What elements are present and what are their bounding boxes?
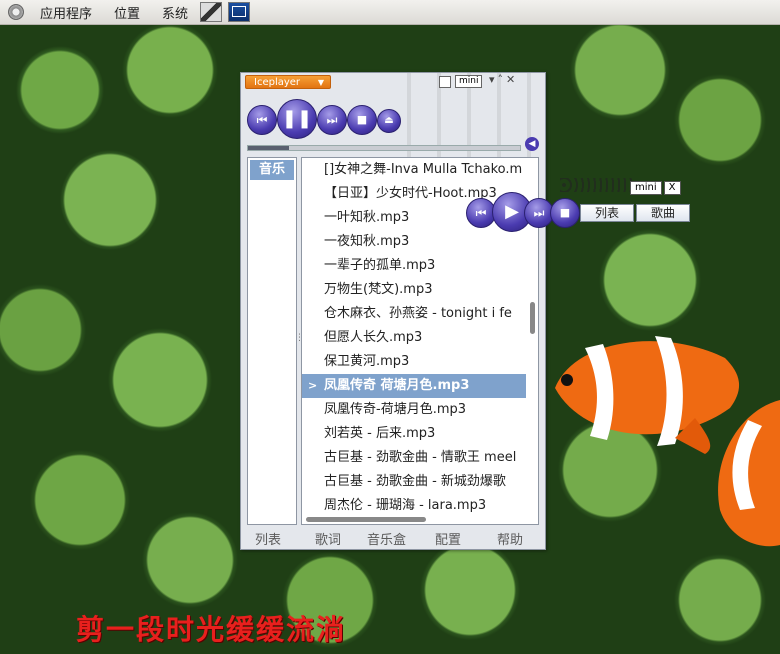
playlist-item[interactable]: 凤凰传奇-荷塘月色.mp3 [302,398,524,422]
close-icon[interactable]: ✕ [506,73,518,86]
playlist-item-label: 凤凰传奇-荷塘月色.mp3 [324,402,467,417]
playlist-item-label: 万物生(梵文).mp3 [324,282,433,297]
playlist-item-label: 古巨基 - 劲歌金曲 - 新城劲爆歌 [324,474,506,489]
progress-fill [248,146,289,150]
playlist-item[interactable]: 一辈子的孤单.mp3 [302,254,524,278]
mini-player: ⏮ ▶ ⏭ ■ 列表 歌曲 [464,190,694,234]
player-menu-button[interactable]: Iceplayer ▼ [245,75,331,89]
menu-places[interactable]: 位置 [108,3,146,22]
progress-bar[interactable] [247,145,521,151]
menu-applications[interactable]: 应用程序 [34,3,98,22]
playlist-item[interactable]: 万物生(梵文).mp3 [302,278,524,302]
playlist-item-label: 一夜知秋.mp3 [324,234,410,249]
playlist-item-label: 仓木麻衣、孙燕姿 - tonight i fe [324,306,512,321]
nav-lyrics[interactable]: 歌词 [315,529,341,548]
top-panel: 应用程序 位置 系统 [0,0,780,25]
stop-button[interactable]: ■ [347,105,377,135]
playlist-item-label: 周杰伦 - 珊瑚海 - lara.mp3 [324,498,487,513]
eject-button[interactable]: ⏏ [377,109,401,133]
always-on-top-checkbox[interactable] [439,76,451,88]
next-button[interactable]: ⏭ [317,105,347,135]
player-title: Iceplayer [254,77,301,88]
nav-settings[interactable]: 配置 [435,529,461,548]
playlist-item-label: 一辈子的孤单.mp3 [324,258,436,273]
volume-icon[interactable]: ◀ [525,137,539,151]
clownfish-image-2 [718,400,780,547]
playlist-item[interactable]: 古巨基 - 劲歌金曲 - 新城劲爆歌 [302,470,524,494]
now-playing-marker: > [308,379,318,392]
window-controls: ▾˄✕ [489,73,518,86]
playlist-item-label: []女神之舞-Inva Mulla Tchako.m [324,162,523,177]
vertical-scrollbar[interactable] [530,302,535,334]
playlist-item[interactable]: 刘若英 - 后来.mp3 [302,422,524,446]
playlist-item[interactable]: 仓木麻衣、孙燕姿 - tonight i fe [302,302,524,326]
playlist-item-label: 一叶知秋.mp3 [324,210,410,225]
caption-text: 剪一段时光缓缓流淌 [76,613,347,646]
expand-icon[interactable]: ˄ [498,73,507,86]
menu-system[interactable]: 系统 [156,3,194,22]
system-logo-icon[interactable] [8,4,24,20]
playlist-item[interactable]: 保卫黄河.mp3 [302,350,524,374]
playlist-item[interactable]: 古巨基 - 劲歌金曲 - 情歌王 meel [302,446,524,470]
mini-stop-button[interactable]: ■ [550,198,580,228]
mini-list-button[interactable]: 列表 [580,204,634,222]
nav-music-box[interactable]: 音乐盒 [367,529,406,548]
previous-button[interactable]: ⏮ [247,105,277,135]
sidebar-tab-music[interactable]: 音乐 [250,160,294,180]
mini-lyrics-button[interactable]: 歌曲 [636,204,690,222]
playlist-item[interactable]: > 凤凰传奇 荷塘月色.mp3 [302,374,526,398]
collapse-icon[interactable]: ▾ [489,73,498,86]
nav-list[interactable]: 列表 [255,529,281,548]
nav-help[interactable]: 帮助 [497,529,523,548]
playlist-item-label: 凤凰传奇 荷塘月色.mp3 [324,378,470,393]
launcher-icon[interactable] [200,2,223,22]
monitor-icon[interactable] [228,2,251,22]
playlist-item-label: 但愿人长久.mp3 [324,330,423,345]
iceplayer-window: Iceplayer ▼ mini ▾˄✕ ⏮ ❚❚ ⏭ ■ ⏏ ◀ 音乐 ⋮ [… [240,72,546,550]
playlist-item-label: 保卫黄河.mp3 [324,354,410,369]
bottom-nav: 列表 歌词 音乐盒 配置 帮助 [241,529,545,548]
playlist-item[interactable]: 周杰伦 - 珊瑚海 - lara.mp3 [302,494,524,518]
playlist-item-label: 古巨基 - 劲歌金曲 - 情歌王 meel [324,450,517,465]
playlist-item-label: 刘若英 - 后来.mp3 [324,426,436,441]
horizontal-scrollbar[interactable] [306,517,426,522]
mini-mode-button[interactable]: mini [455,75,483,88]
sidebar: 音乐 [247,157,297,525]
chevron-down-icon: ▼ [317,78,324,87]
playlist-item[interactable]: []女神之舞-Inva Mulla Tchako.m [302,158,524,182]
pause-button[interactable]: ❚❚ [277,99,317,139]
playlist-item[interactable]: 但愿人长久.mp3 [302,326,524,350]
